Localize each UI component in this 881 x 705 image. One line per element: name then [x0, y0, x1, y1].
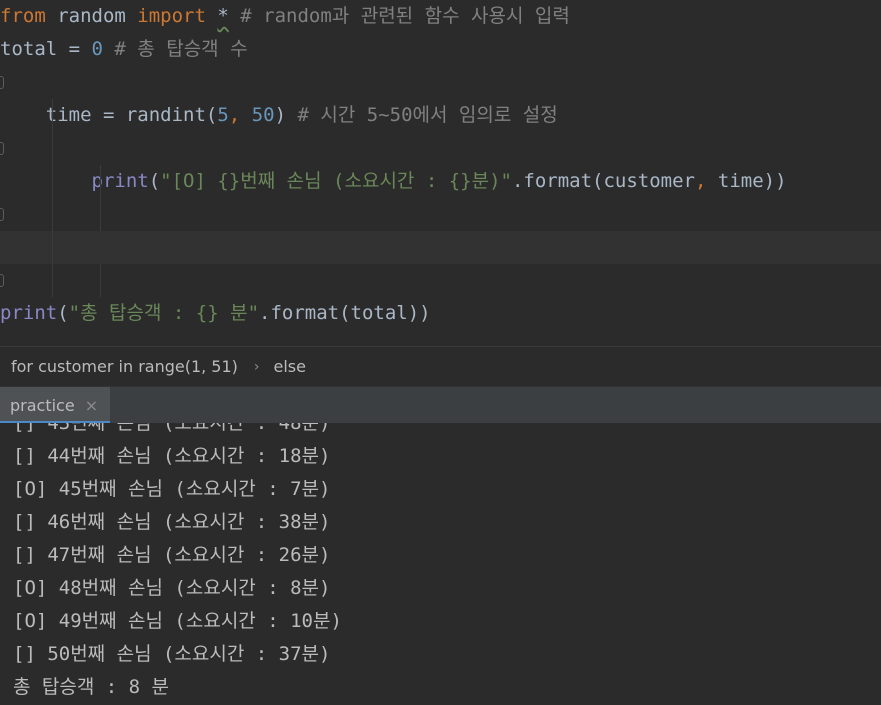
code-token: 50: [251, 104, 275, 126]
code-token: print: [0, 302, 58, 324]
breadcrumb: for customer in range(1, 51) › else: [0, 346, 881, 386]
code-line-2[interactable]: total = 0 # 총 탑승객 수: [0, 33, 881, 66]
code-token: # 시간 5~50에서 임의로 설정: [297, 104, 558, 126]
code-token: # random과 관련된 함수 사용시 입력: [240, 5, 570, 27]
code-token: import: [137, 5, 206, 27]
code-token: total =: [0, 38, 92, 60]
code-token: time)): [717, 170, 787, 192]
code-token: # 총 탑승객 수: [114, 38, 248, 60]
indent-guide: [100, 264, 101, 297]
code-editor[interactable]: from random import * # random과 관련된 함수 사용…: [0, 0, 881, 346]
console-line: [] 50번째 손님 (소요시간 : 37분): [13, 643, 331, 665]
code-line-4[interactable]: time = randint(5, 50) # 시간 5~50에서 임의로 설정: [0, 99, 881, 132]
code-token: .format(customer: [511, 170, 695, 192]
code-line-5[interactable]: if 5 <= time <= 15: # 시간 범위 설정: [0, 132, 881, 165]
run-tab-practice[interactable]: practice ×: [0, 387, 111, 424]
console-line: [] 44번째 손님 (소요시간 : 18분): [13, 445, 331, 467]
code-token: "총 탑승객 : {} 분": [68, 302, 260, 324]
code-token: "[O] {}번째 손님 (소요시간 : {}분)": [160, 170, 512, 192]
run-console-output[interactable]: [] 43번째 손님 (소요시간 : 48분) [] 44번째 손님 (소요시간…: [0, 423, 881, 705]
console-line: [O] 45번째 손님 (소요시간 : 7분): [13, 478, 331, 500]
code-token: (: [148, 170, 161, 192]
code-token: *: [217, 5, 229, 27]
console-summary-line: 총 탑승객 : 8 분: [13, 676, 170, 698]
run-tab-label: practice: [10, 396, 75, 415]
run-tool-window-tabs: practice ×: [0, 386, 881, 424]
fold-marker-icon[interactable]: [0, 132, 6, 165]
code-token: 5: [217, 104, 229, 126]
breadcrumb-item-for-loop[interactable]: for customer in range(1, 51): [11, 357, 238, 376]
code-token: ,: [695, 170, 718, 192]
code-token: time = randint(: [0, 104, 218, 126]
code-line-10[interactable]: print("총 탑승객 : {} 분".format(total)): [0, 297, 881, 330]
console-line: [] 47번째 손님 (소요시간 : 26분): [13, 544, 331, 566]
code-token: from: [0, 5, 46, 27]
console-line: [] 43번째 손님 (소요시간 : 48분): [13, 423, 331, 434]
code-line-7[interactable]: total += 1 # 조건 만족시 총 탑승객 수 +1: [0, 198, 881, 231]
close-icon[interactable]: ×: [85, 396, 98, 415]
code-token: ): [274, 104, 287, 126]
breadcrumb-item-else[interactable]: else: [274, 357, 306, 376]
chevron-right-icon: ›: [253, 358, 260, 375]
code-token: 0: [91, 38, 103, 60]
code-line-9[interactable]: print("[] {}번째 손님 (소요시간 : {}분)".format(c…: [0, 264, 881, 297]
code-line-3[interactable]: for customer in range(1, 51): # 승객 1~50 …: [0, 66, 881, 99]
console-line: [O] 49번째 손님 (소요시간 : 10분): [13, 610, 342, 632]
code-line-6[interactable]: print("[O] {}번째 손님 (소요시간 : {}분)".format(…: [0, 165, 881, 198]
code-line-8-current[interactable]: else:: [0, 231, 881, 264]
code-token: random: [45, 5, 138, 27]
fold-marker-icon[interactable]: [0, 264, 6, 297]
code-line-1[interactable]: from random import * # random과 관련된 함수 사용…: [0, 0, 881, 33]
console-line: [O] 48번째 손님 (소요시간 : 8분): [13, 577, 331, 599]
code-token: ,: [228, 104, 252, 126]
fold-marker-icon[interactable]: [0, 198, 6, 231]
code-token: (: [57, 302, 69, 324]
indent-guide: [100, 165, 101, 231]
indent-guide: [52, 99, 53, 297]
code-token: .format(total)): [259, 302, 431, 324]
fold-marker-icon[interactable]: [0, 66, 6, 99]
console-line: [] 46번째 손님 (소요시간 : 38분): [13, 511, 331, 533]
